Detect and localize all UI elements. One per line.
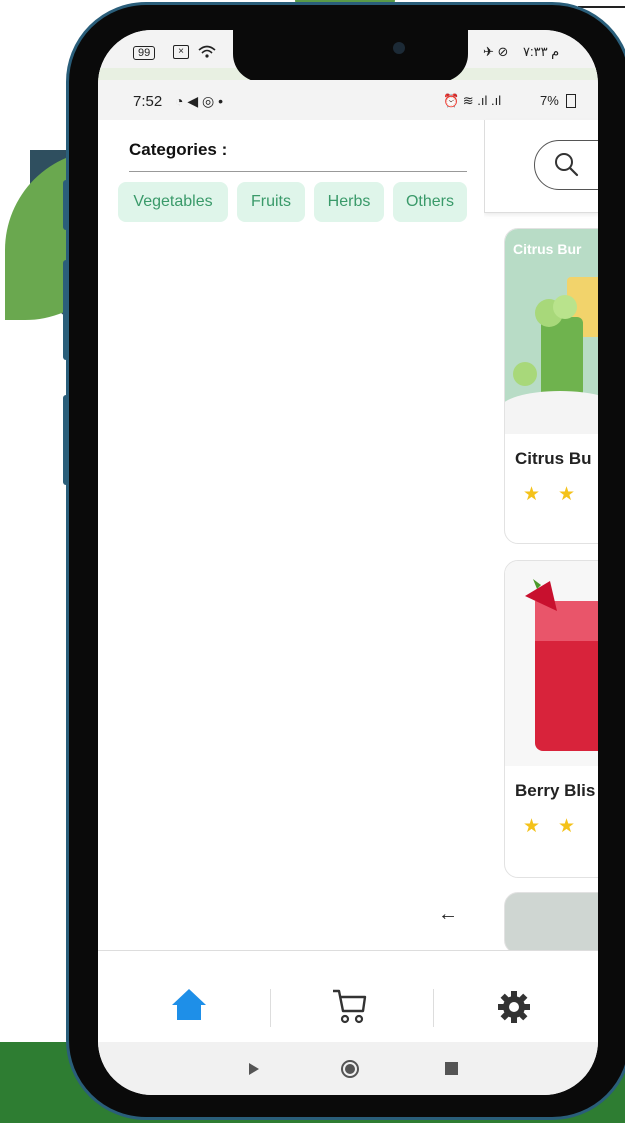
home-circle-icon[interactable] bbox=[340, 1059, 360, 1084]
categories-drawer bbox=[98, 120, 484, 950]
product-card[interactable]: Berry Blis ★★ bbox=[504, 560, 598, 878]
categories-title: Categories : bbox=[129, 140, 228, 159]
nav-divider bbox=[270, 989, 271, 1027]
back-icon[interactable] bbox=[247, 1062, 261, 1081]
settings-icon[interactable] bbox=[496, 989, 532, 1030]
cart-icon[interactable] bbox=[331, 987, 367, 1030]
status-time: 7:52 bbox=[133, 93, 163, 110]
battery-level-badge: 99 bbox=[133, 46, 156, 60]
product-image-label: Citrus Bur bbox=[513, 241, 582, 257]
phone-side-button bbox=[63, 180, 69, 230]
phone-notch bbox=[233, 30, 468, 82]
wifi-icon bbox=[198, 45, 216, 64]
phone-screen: 99 × ✈ ⊘ ﻡ ٧:٣٣ 7:52 ◔ ◀ ◎ • ⏰ ≋ .ıl .ıl… bbox=[98, 30, 598, 1095]
notification-icons: ◔ ◀ ◎ • bbox=[175, 93, 224, 109]
product-name: Berry Blis bbox=[515, 781, 596, 800]
category-chip-herbs[interactable]: Herbs bbox=[314, 182, 384, 222]
product-image bbox=[505, 561, 598, 766]
product-image: Citrus Bur bbox=[505, 229, 598, 434]
outer-status-right-icons: ✈ ⊘ bbox=[483, 44, 509, 59]
inner-status-bar: 7:52 ◔ ◀ ◎ • ⏰ ≋ .ıl .ıl 7% bbox=[98, 80, 598, 120]
recents-icon[interactable] bbox=[445, 1062, 458, 1075]
battery-icon bbox=[566, 94, 576, 108]
home-icon[interactable] bbox=[170, 987, 208, 1026]
product-name: Citrus Bu bbox=[515, 449, 592, 468]
category-chip-others[interactable]: Others bbox=[393, 182, 467, 222]
outer-status-clock: ﻡ ٧:٣٣ bbox=[523, 44, 560, 59]
category-chip-vegetables[interactable]: Vegetables bbox=[118, 182, 228, 222]
background-top-line bbox=[578, 6, 625, 8]
phone-side-button bbox=[63, 395, 69, 485]
back-arrow-icon[interactable]: ← bbox=[438, 903, 458, 926]
product-card[interactable]: Citrus Bur Citrus Bu ★★ bbox=[504, 228, 598, 544]
category-chip-fruits[interactable]: Fruits bbox=[237, 182, 305, 222]
bottom-navigation bbox=[98, 950, 598, 1043]
product-card[interactable] bbox=[504, 892, 598, 954]
product-rating-stars: ★★ bbox=[523, 816, 594, 837]
front-camera bbox=[393, 42, 405, 54]
search-icon[interactable] bbox=[553, 151, 579, 177]
close-box-icon: × bbox=[173, 45, 189, 59]
battery-percent: 7% bbox=[540, 93, 559, 108]
categories-divider bbox=[129, 171, 467, 172]
status-signal-icons: ⏰ ≋ .ıl .ıl bbox=[443, 93, 502, 108]
nav-divider bbox=[433, 989, 434, 1027]
system-navigation-bar bbox=[98, 1042, 598, 1095]
product-rating-stars: ★★ bbox=[523, 484, 594, 505]
phone-side-button bbox=[63, 260, 69, 360]
